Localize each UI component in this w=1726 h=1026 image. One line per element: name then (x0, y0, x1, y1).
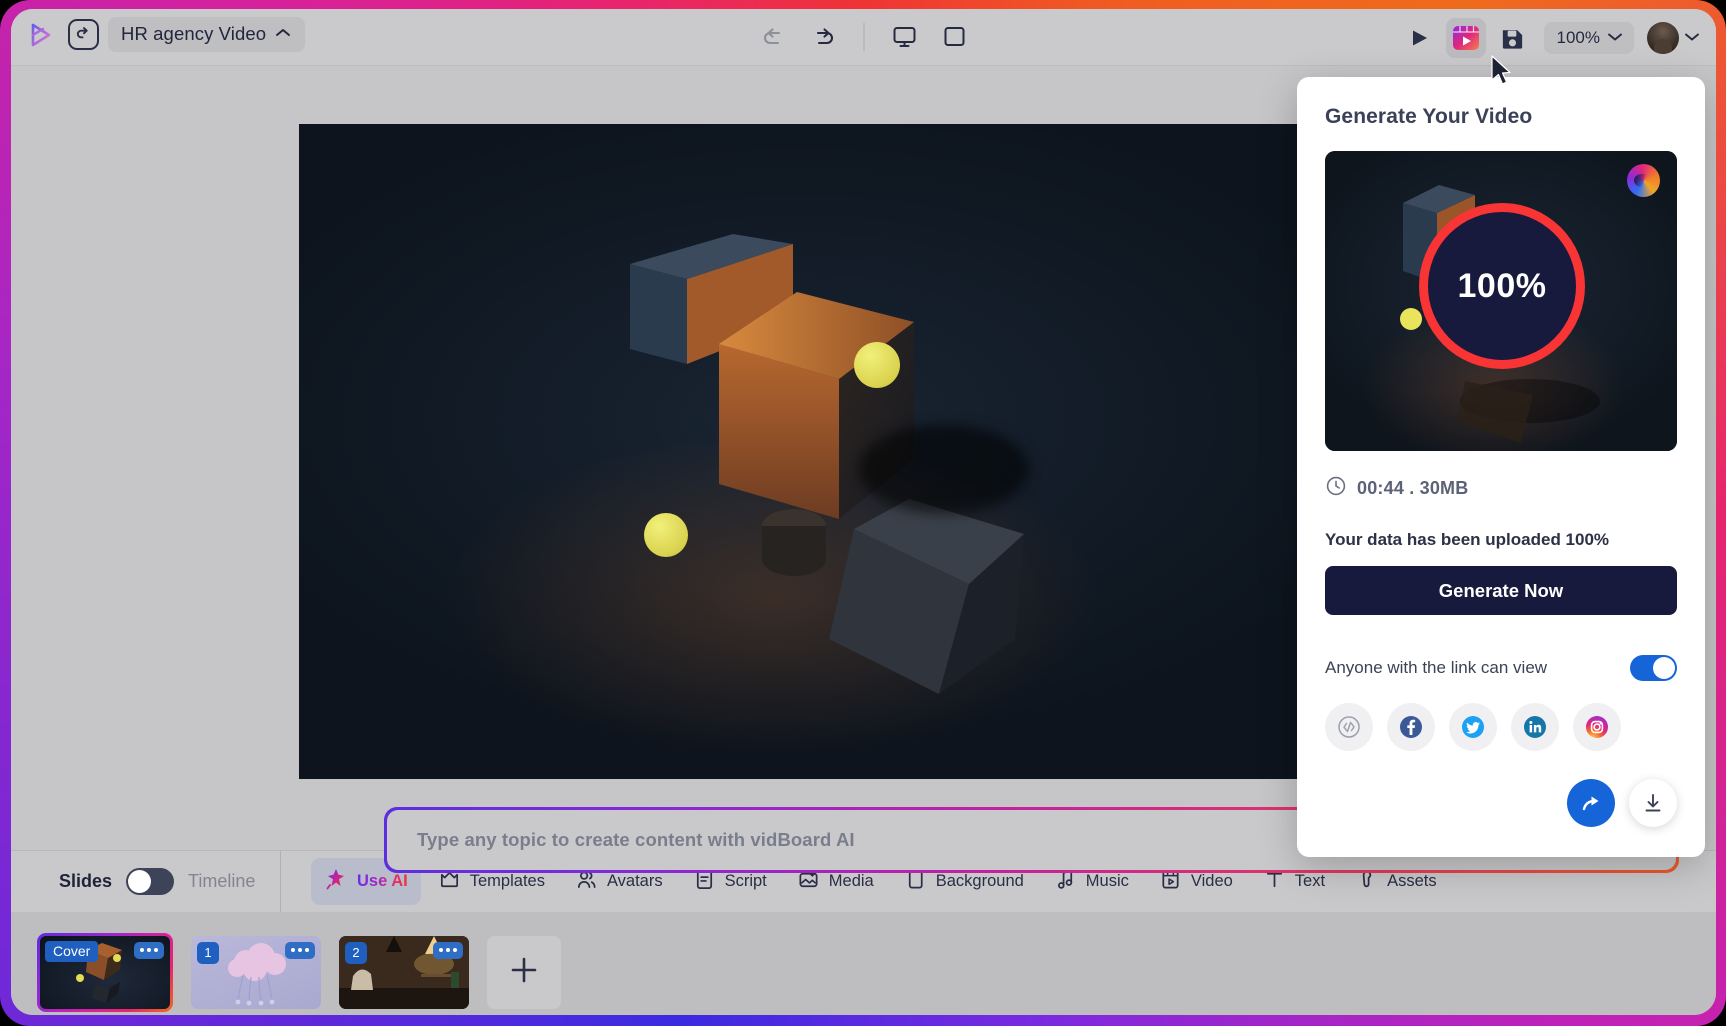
sparkle-ai-icon (324, 867, 348, 896)
redo-icon[interactable] (803, 19, 843, 55)
slide-canvas[interactable] (299, 124, 1307, 779)
zoom-level-control[interactable]: 100% (1544, 22, 1634, 54)
progress-ring: 100% (1419, 203, 1585, 369)
app-window: HR agency Video (11, 9, 1716, 1015)
slides-label: Slides (59, 871, 112, 892)
decorative-dot (644, 513, 688, 557)
tool-label: Avatars (607, 872, 663, 891)
document-title: HR agency Video (121, 23, 266, 45)
tool-label: Video (1191, 872, 1233, 891)
document-title-chip[interactable]: HR agency Video (108, 17, 305, 52)
twitter-icon[interactable] (1449, 703, 1497, 751)
tool-label: Use AI (357, 872, 408, 891)
share-arrow-icon[interactable] (1567, 779, 1615, 827)
zoom-level-value: 100% (1557, 28, 1600, 48)
tool-label: Music (1086, 872, 1129, 891)
panel-title: Generate Your Video (1325, 105, 1677, 129)
timeline-label: Timeline (188, 871, 255, 892)
linkedin-icon[interactable] (1511, 703, 1559, 751)
video-preview[interactable]: 100% (1325, 151, 1677, 451)
generate-now-button[interactable]: Generate Now (1325, 566, 1677, 615)
toolbar-divider (863, 23, 864, 51)
titlebar-right-group: 100% (1399, 18, 1700, 58)
undo-icon[interactable] (753, 19, 793, 55)
share-link-label: Anyone with the link can view (1325, 658, 1547, 678)
social-share-row (1325, 703, 1677, 751)
chevron-up-icon[interactable] (275, 25, 291, 43)
slides-timeline-toggle[interactable]: Slides Timeline (11, 851, 281, 912)
slide-thumbnail-cover[interactable]: Cover (37, 933, 173, 1012)
ai-prompt-placeholder: Type any topic to create content with vi… (417, 829, 855, 851)
tool-label: Media (829, 872, 874, 891)
tool-label: Background (936, 872, 1024, 891)
tool-label: Templates (470, 872, 545, 891)
slide-badge: 1 (197, 942, 219, 964)
user-avatar[interactable] (1647, 22, 1679, 54)
decorative-shadow (859, 424, 1029, 514)
generate-video-panel: Generate Your Video 100% (1297, 77, 1705, 857)
add-slide-button[interactable] (487, 936, 561, 1009)
save-icon[interactable] (1493, 20, 1533, 56)
decorative-cube (819, 489, 1049, 734)
mouse-pointer-icon (1489, 54, 1515, 93)
play-icon[interactable] (1399, 20, 1439, 56)
chevron-down-icon[interactable] (1607, 29, 1623, 47)
slide-badge: Cover (45, 941, 98, 962)
desktop-present-icon[interactable] (884, 19, 924, 55)
brand-orb-icon (1627, 164, 1660, 197)
facebook-icon[interactable] (1387, 703, 1435, 751)
download-icon[interactable] (1629, 779, 1677, 827)
titlebar-center-group (753, 19, 974, 55)
video-meta-row: 00:44 . 30MB (1325, 475, 1677, 502)
duration-size-text: 00:44 . 30MB (1357, 478, 1468, 499)
app-window-frame: HR agency Video (0, 0, 1726, 1026)
tool-label: Text (1295, 872, 1325, 891)
titlebar-left-group: HR agency Video (25, 17, 305, 52)
clock-icon (1325, 475, 1347, 502)
account-menu[interactable] (1647, 22, 1700, 54)
view-mode-switch[interactable] (126, 868, 174, 895)
share-link-toggle[interactable] (1630, 655, 1677, 681)
more-options-icon[interactable] (433, 942, 463, 959)
progress-percent: 100% (1458, 267, 1547, 306)
slide-badge: 2 (345, 942, 367, 964)
decorative-dot (854, 342, 900, 388)
instagram-icon[interactable] (1573, 703, 1621, 751)
panel-action-row (1325, 779, 1677, 827)
embed-code-icon[interactable] (1325, 703, 1373, 751)
tool-label: Script (725, 872, 767, 891)
generate-video-icon[interactable] (1446, 18, 1486, 58)
vidboard-logo-icon[interactable] (25, 18, 59, 52)
tool-label: Assets (1387, 872, 1437, 891)
share-link-row: Anyone with the link can view (1325, 655, 1677, 681)
titlebar: HR agency Video (11, 9, 1716, 66)
slide-strip: Cover 1 (11, 912, 1716, 1015)
upload-status-text: Your data has been uploaded 100% (1325, 530, 1677, 550)
more-options-icon[interactable] (285, 942, 315, 959)
chevron-down-icon[interactable] (1684, 29, 1700, 47)
slide-thumbnail-2[interactable]: 2 (339, 936, 469, 1009)
slide-thumbnail-1[interactable]: 1 (191, 936, 321, 1009)
more-options-icon[interactable] (134, 942, 164, 959)
plus-icon (507, 953, 541, 992)
back-arrow-icon[interactable] (68, 19, 99, 50)
square-frame-icon[interactable] (934, 19, 974, 55)
